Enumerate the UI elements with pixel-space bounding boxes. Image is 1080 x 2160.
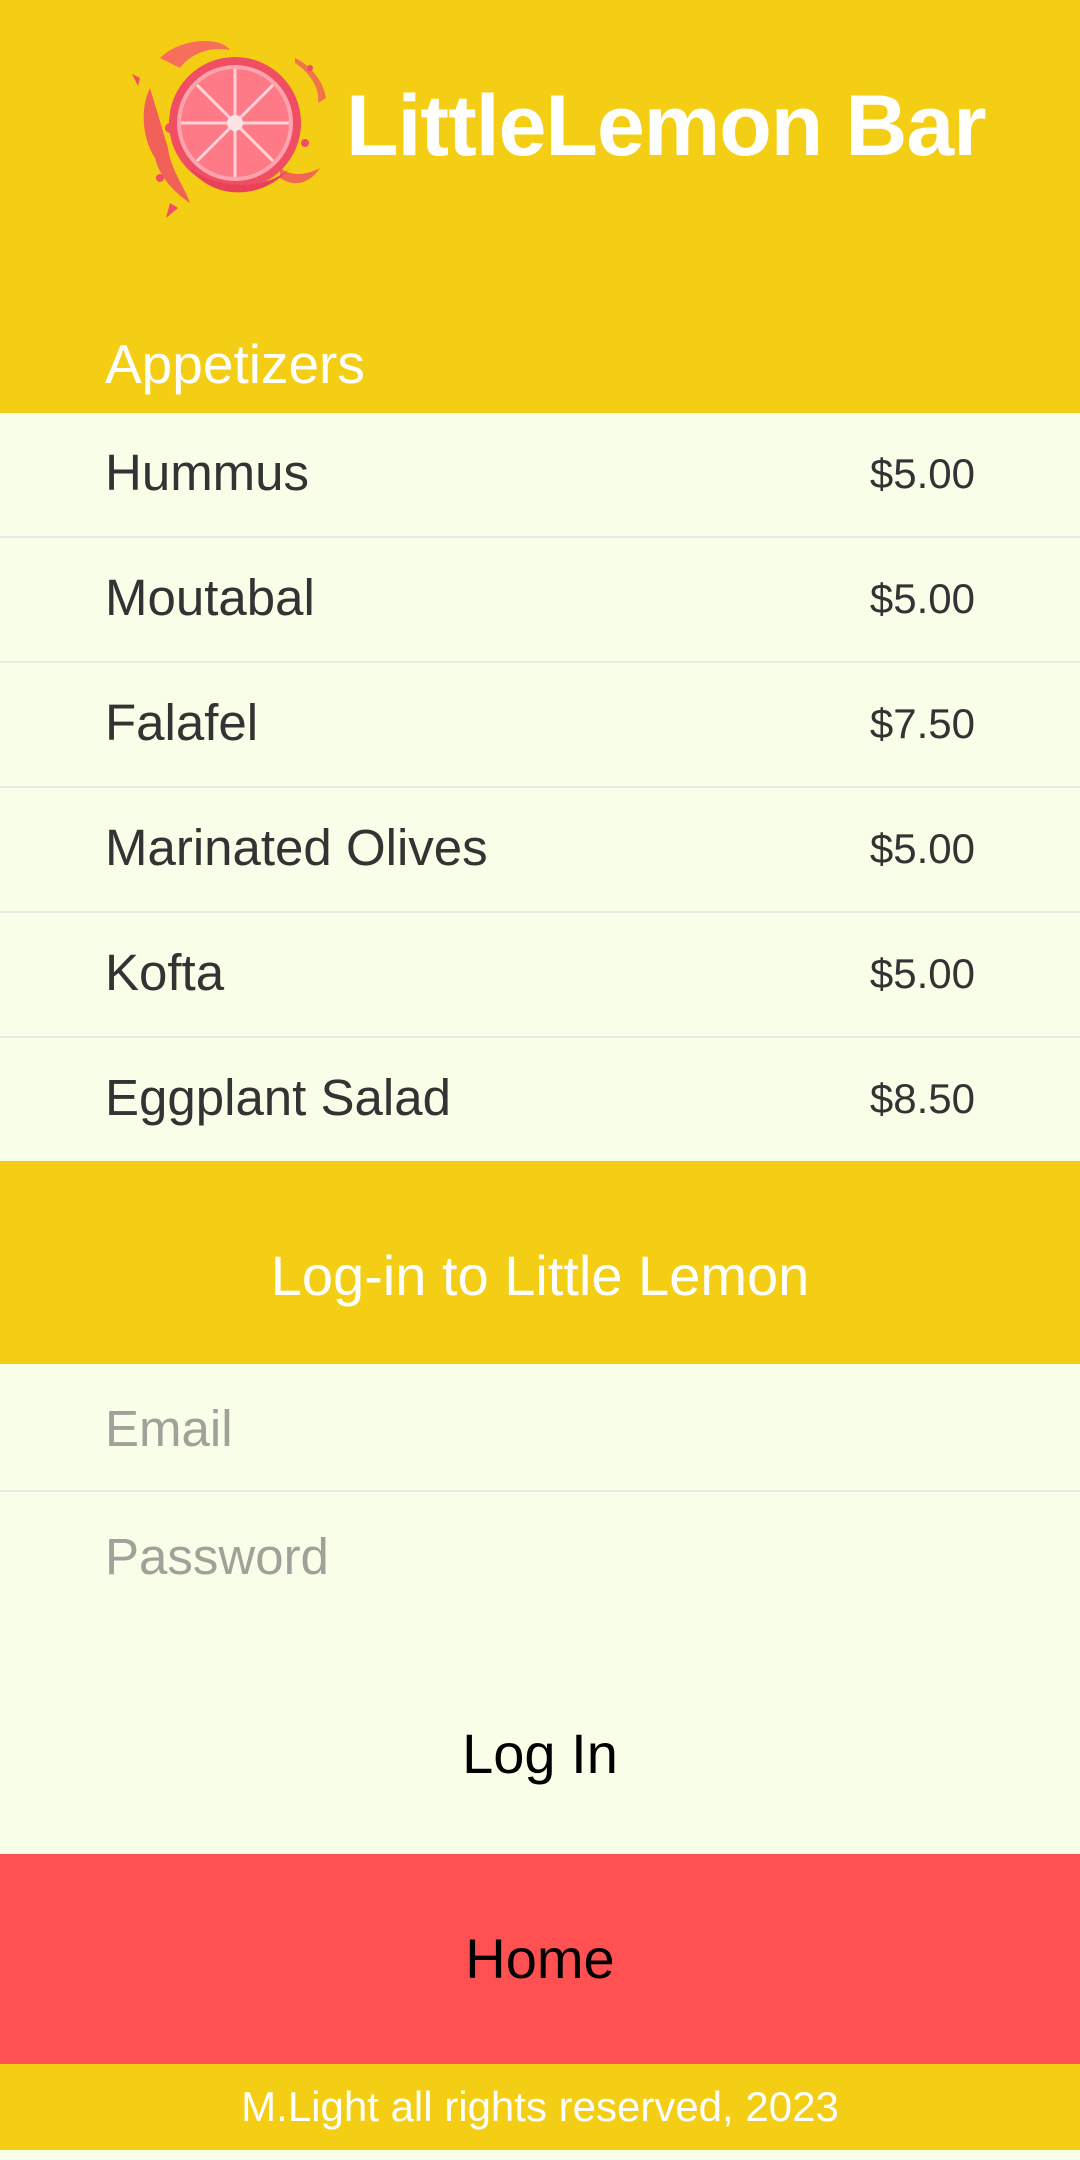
menu-item-name: Eggplant Salad (105, 1069, 451, 1126)
menu-item: Marinated Olives $5.00 (0, 788, 1080, 913)
menu-item-price: $5.00 (869, 950, 975, 997)
password-field[interactable] (105, 1516, 975, 1596)
footer-copyright: M.Light all rights reserved, 2023 (241, 2083, 839, 2130)
login-title: Log-in to Little Lemon (270, 1244, 810, 1307)
menu-item: Falafel $7.50 (0, 663, 1080, 788)
menu-section-title: Appetizers (105, 333, 365, 395)
home-button[interactable]: Home (0, 1854, 1080, 2064)
menu-item: Moutabal $5.00 (0, 538, 1080, 663)
menu-item-price: $8.50 (869, 1075, 975, 1122)
menu-item-name: Kofta (105, 944, 225, 1001)
grapefruit-splash-icon (132, 40, 326, 218)
menu-item-price: $7.50 (869, 700, 975, 747)
menu-item-name: Moutabal (105, 569, 315, 626)
menu-item: Eggplant Salad $8.50 (0, 1038, 1080, 1161)
email-field[interactable] (105, 1388, 975, 1468)
password-field-container (0, 1492, 1080, 1618)
menu-item: Kofta $5.00 (0, 913, 1080, 1038)
email-field-container (0, 1364, 1080, 1492)
menu-list[interactable]: Hummus $5.00 Moutabal $5.00 Falafel $7.5… (0, 413, 1080, 1161)
menu-item: Hummus $5.00 (0, 413, 1080, 538)
menu-item-price: $5.00 (869, 450, 975, 497)
login-form: Log In (0, 1364, 1080, 1854)
menu-item-name: Hummus (105, 444, 310, 501)
app-header: LittleLemon Bar (0, 0, 1080, 256)
menu-item-name: Falafel (105, 694, 259, 751)
menu-item-price: $5.00 (869, 575, 975, 622)
bottom-divider (0, 2150, 1080, 2160)
app-title: LittleLemon Bar (346, 78, 987, 174)
menu-item-name: Marinated Olives (105, 819, 488, 876)
menu-item-price: $5.00 (869, 825, 975, 872)
login-button[interactable]: Log In (0, 1684, 1080, 1824)
